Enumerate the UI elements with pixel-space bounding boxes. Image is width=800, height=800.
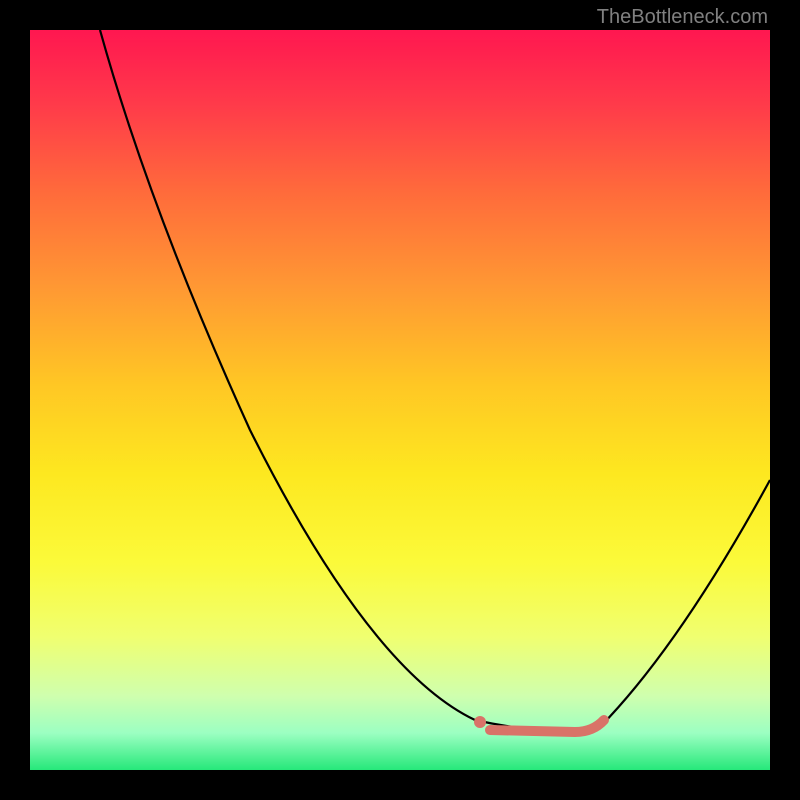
curve-right xyxy=(600,480,770,727)
chart-container: TheBottleneck.com xyxy=(0,0,800,800)
curve-left xyxy=(100,30,475,720)
optimum-marker xyxy=(490,720,604,732)
plot-area xyxy=(30,30,770,770)
chart-svg xyxy=(30,30,770,770)
optimum-dot xyxy=(474,716,486,728)
watermark-text: TheBottleneck.com xyxy=(597,6,768,29)
